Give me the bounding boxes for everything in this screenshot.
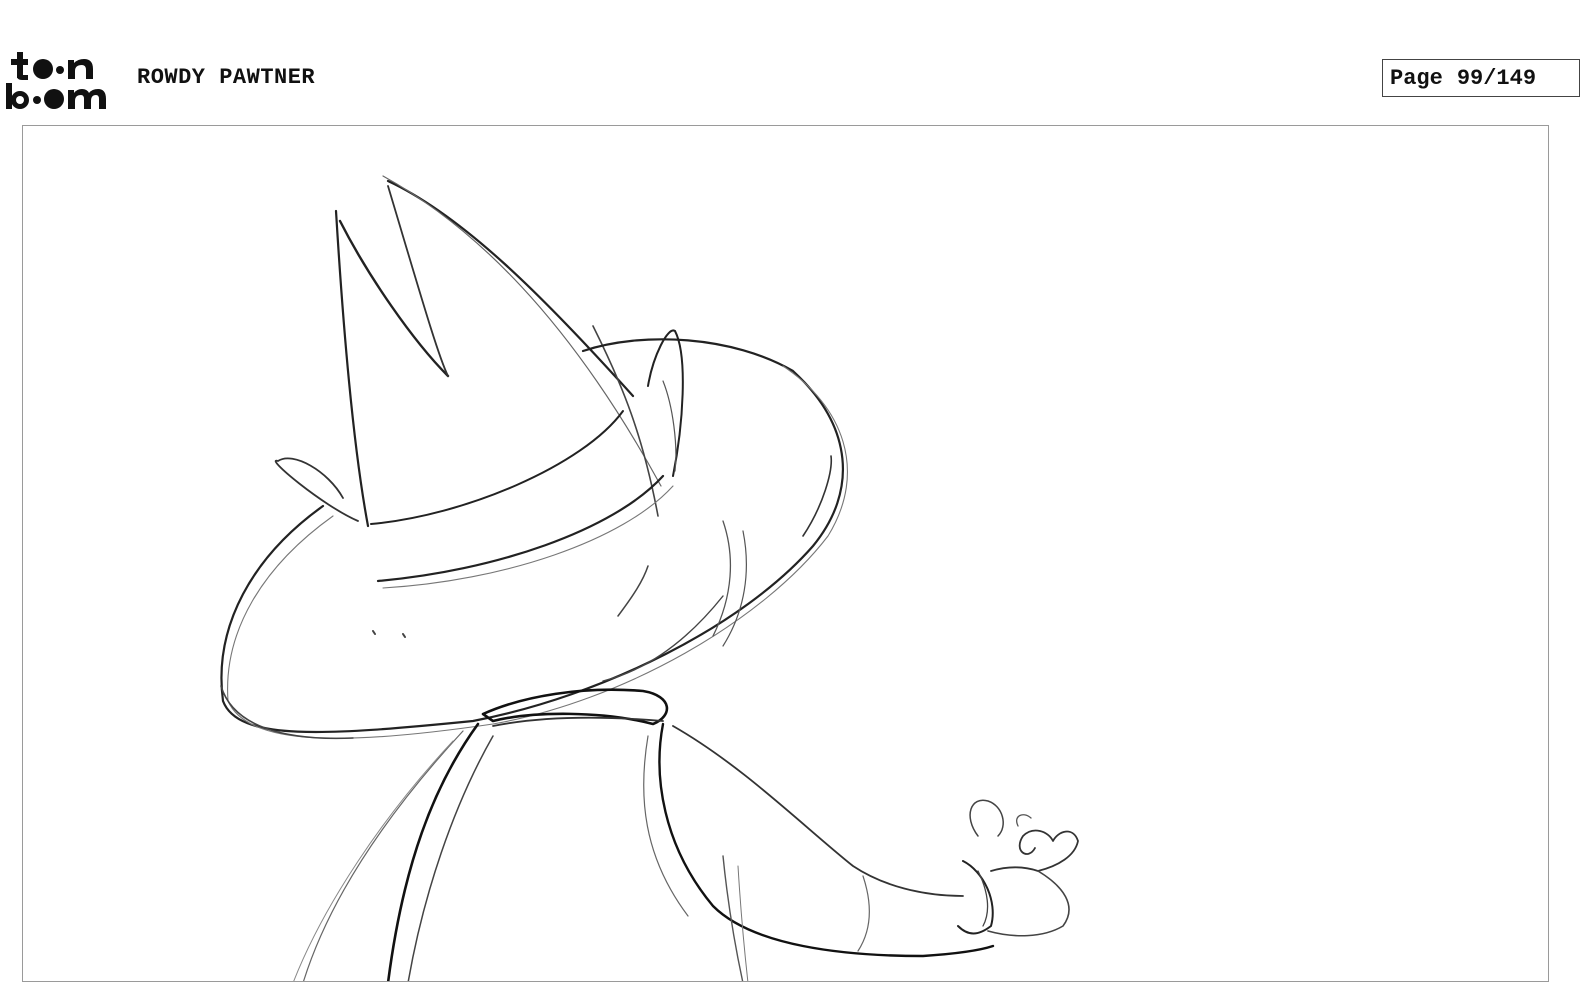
storyboard-panel (22, 125, 1549, 982)
project-title: ROWDY PAWTNER (137, 65, 316, 90)
page-indicator: Page 99/149 (1382, 59, 1580, 97)
sketch-drawing (220, 175, 1079, 981)
page-header: ROWDY PAWTNER Page 99/149 (0, 0, 1582, 120)
page-number: 99/149 (1456, 65, 1537, 91)
toon-boom-logo (4, 48, 120, 112)
page-label: Page (1390, 65, 1443, 91)
